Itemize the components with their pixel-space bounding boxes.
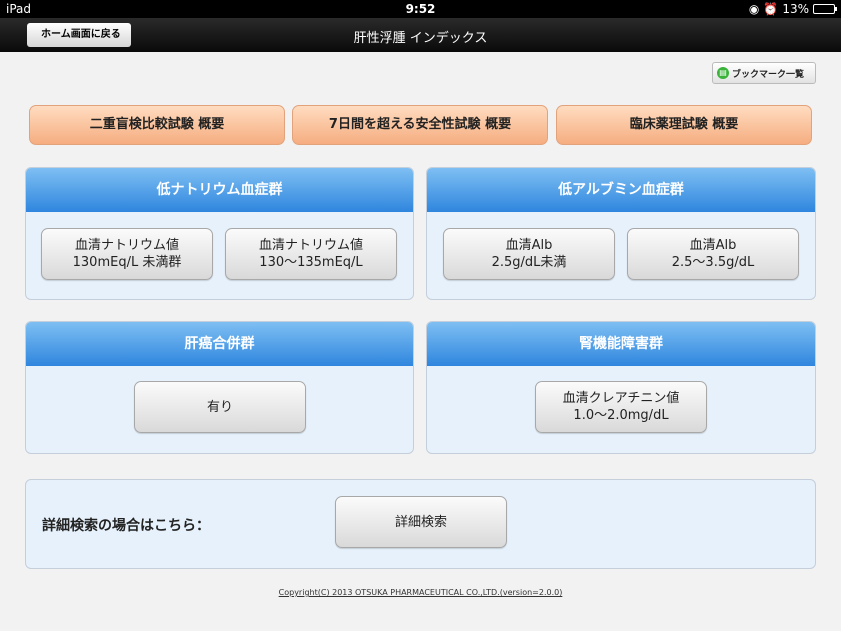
button-line: 2.5〜3.5g/dL: [671, 255, 755, 270]
button-label: 有り: [206, 399, 233, 415]
button-line: 130mEq/L 未満群: [72, 255, 182, 270]
navigation-bar: ホーム画面に戻る 肝性浮腫 インデックス: [0, 18, 841, 52]
alb-2.5-3.5-button[interactable]: 血清Alb 2.5〜3.5g/dL: [627, 228, 799, 280]
button-label: 詳細検索: [394, 514, 447, 530]
button-line: 血清ナトリウム値: [258, 238, 363, 253]
battery-icon: [813, 4, 837, 14]
copyright-link[interactable]: Copyright(C) 2013 OTSUKA PHARMACEUTICAL …: [279, 588, 563, 597]
safety-study-summary-button[interactable]: 7日間を超える安全性試験 概要: [292, 105, 548, 145]
button-line: 血清ナトリウム値: [74, 238, 179, 253]
alb-under-2.5-button[interactable]: 血清Alb 2.5g/dL未満: [443, 228, 615, 280]
lock-rotation-icon: ◉: [748, 2, 760, 16]
hyponatremia-title: 低ナトリウム血症群: [26, 168, 413, 212]
creatinine-1.0-2.0-button[interactable]: 血清クレアチニン値 1.0〜2.0mg/dL: [535, 381, 707, 433]
detail-search-button[interactable]: 詳細検索: [335, 496, 507, 548]
alarm-icon: ⏰: [763, 2, 779, 16]
button-line: 2.5g/dL未満: [491, 255, 567, 270]
button-line: 血清Alb: [505, 238, 553, 253]
double-blind-summary-button[interactable]: 二重盲検比較試験 概要: [29, 105, 285, 145]
button-line: 130〜135mEq/L: [259, 255, 363, 270]
page-title: 肝性浮腫 インデックス: [353, 31, 488, 46]
button-line: 1.0〜2.0mg/dL: [573, 408, 669, 423]
button-line: 血清クレアチニン値: [562, 391, 680, 406]
battery-percent: 13%: [782, 2, 809, 16]
bookmark-label: ブックマーク一覧: [732, 69, 805, 80]
button-line: 血清Alb: [689, 238, 737, 253]
copyright: Copyright(C) 2013 OTSUKA PHARMACEUTICAL …: [0, 588, 841, 597]
liver-cancer-title: 肝癌合併群: [26, 322, 413, 366]
detail-search-label: 詳細検索の場合はこちら：: [42, 518, 210, 534]
status-right: ◉ ⏰ 13%: [748, 2, 837, 16]
bookmark-list-button[interactable]: ▤ ブックマーク一覧: [712, 62, 816, 84]
hypoalbuminemia-title: 低アルブミン血症群: [427, 168, 815, 212]
status-time: 9:52: [405, 2, 436, 16]
status-bar: iPad 9:52 ◉ ⏰ 13%: [0, 0, 841, 18]
liver-cancer-yes-button[interactable]: 有り: [134, 381, 306, 433]
bookmark-icon: ▤: [717, 67, 729, 79]
clinical-pharmacology-summary-button[interactable]: 臨床薬理試験 概要: [556, 105, 812, 145]
sodium-130-135-button[interactable]: 血清ナトリウム値 130〜135mEq/L: [225, 228, 397, 280]
sodium-under-130-button[interactable]: 血清ナトリウム値 130mEq/L 未満群: [41, 228, 213, 280]
renal-impairment-title: 腎機能障害群: [427, 322, 815, 366]
